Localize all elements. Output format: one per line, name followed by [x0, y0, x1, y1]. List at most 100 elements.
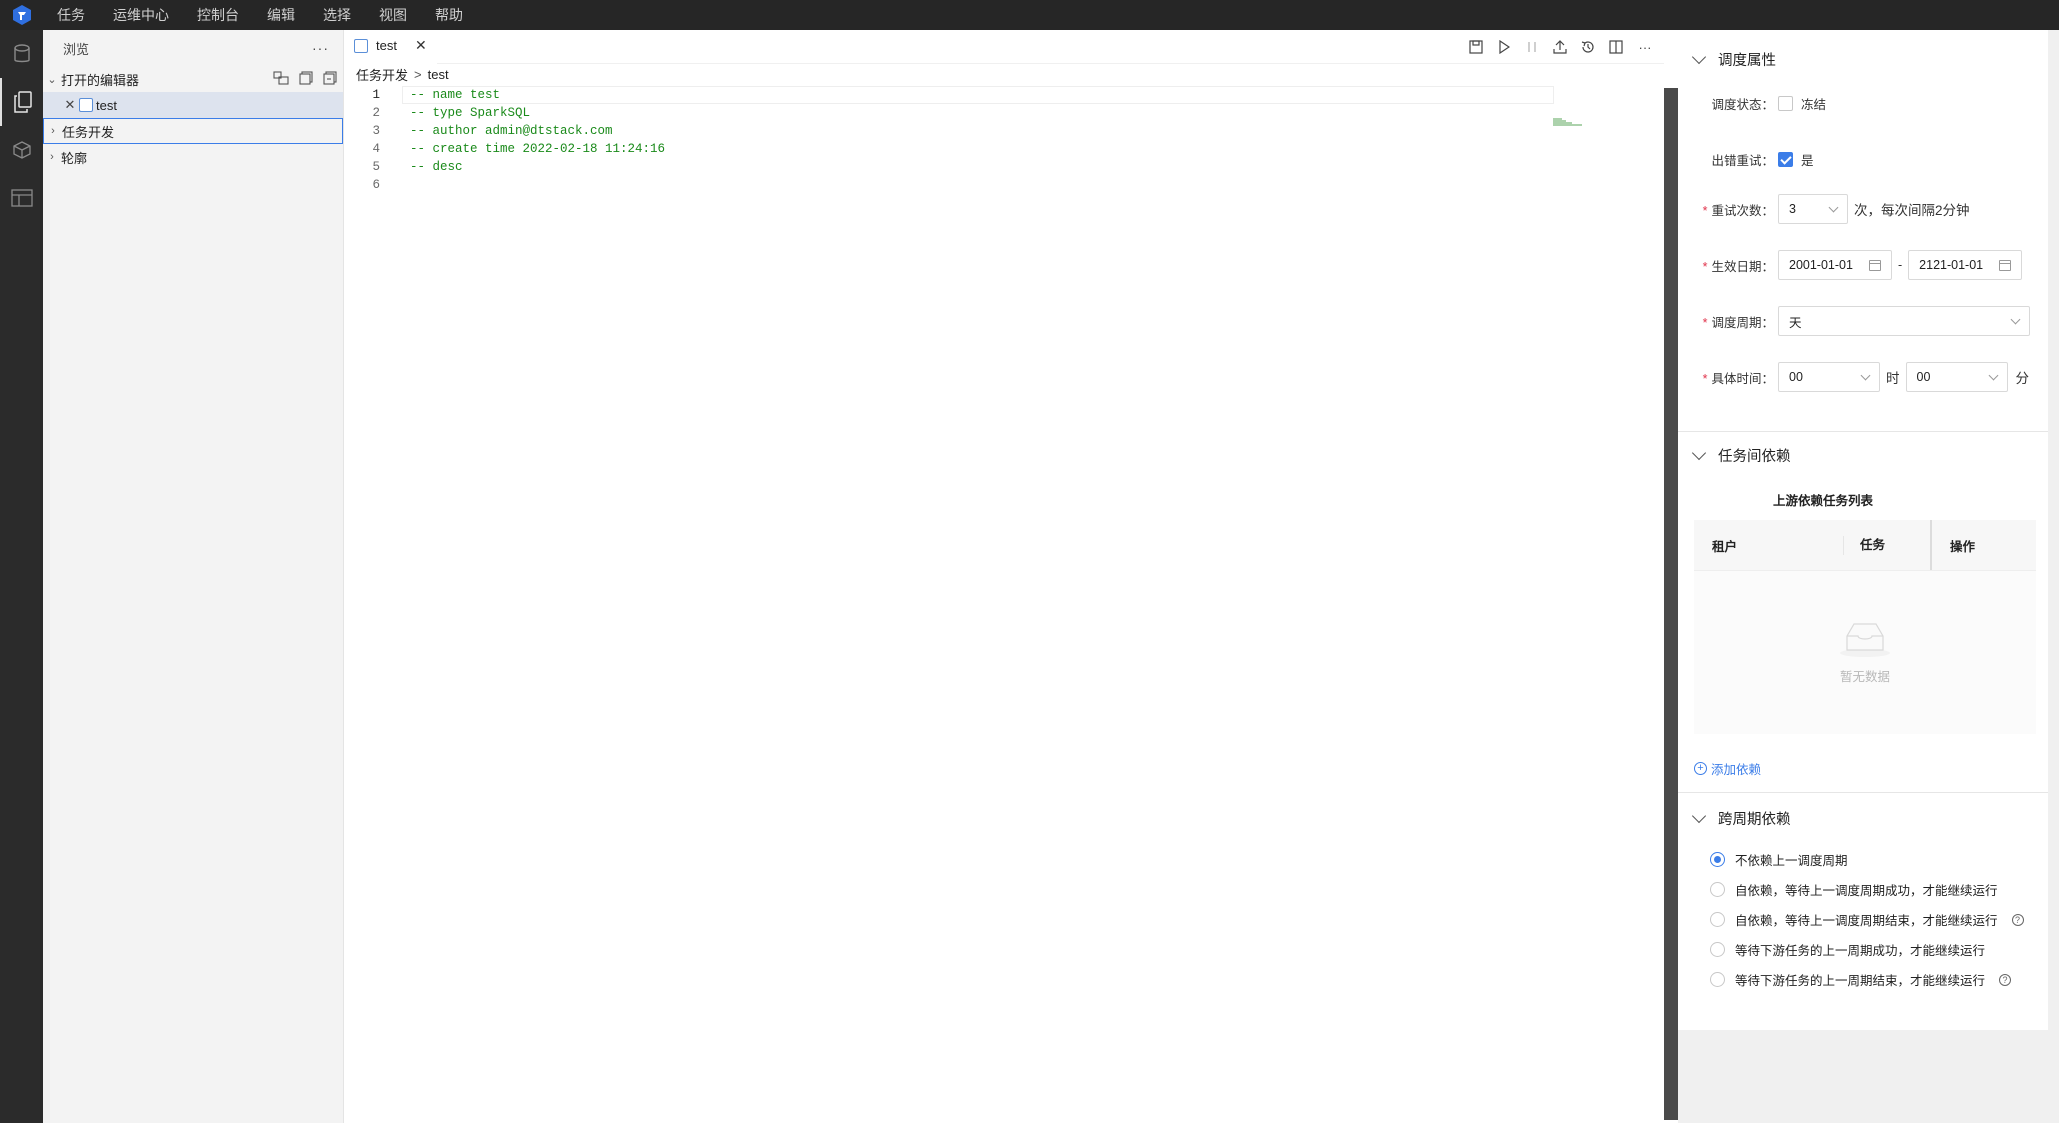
menu-ops-center[interactable]: 运维中心 — [99, 0, 183, 30]
menu-select[interactable]: 选择 — [309, 0, 365, 30]
sidebar-more-icon[interactable]: ··· — [312, 40, 329, 56]
table-layout-icon[interactable] — [0, 174, 43, 222]
chevron-right-icon: › — [51, 125, 55, 137]
sql-file-icon — [79, 98, 93, 112]
retry-value-label: 是 — [1801, 153, 1814, 168]
effective-label-wrap: * 生效日期： — [1678, 256, 1778, 275]
code-line: 4 -- create time 2022-02-18 11:24:16 — [344, 140, 1664, 158]
section-cross-period-header[interactable]: 跨周期依赖 — [1678, 795, 1791, 841]
save-icon[interactable] — [1468, 39, 1484, 55]
retry-count-label: 重试次数： — [1711, 203, 1774, 218]
outline-label: 轮廓 — [61, 150, 88, 166]
start-date-picker[interactable]: 2001-01-01 — [1778, 250, 1892, 280]
open-editor-item[interactable]: ✕ test — [43, 92, 343, 118]
tab-close-icon[interactable]: ✕ — [415, 37, 427, 54]
activity-bar — [0, 30, 43, 1123]
help-icon[interactable]: ? — [1999, 973, 2012, 986]
period-select[interactable]: 天 — [1778, 306, 2030, 336]
chevron-right-icon: › — [50, 151, 54, 163]
required-mark: * — [1702, 371, 1708, 386]
code-line: 3 -- author admin@dtstack.com — [344, 122, 1664, 140]
more-actions-icon[interactable]: ··· — [1636, 39, 1654, 55]
pause-icon[interactable] — [1524, 39, 1540, 55]
cross-period-option[interactable]: 不依赖上一调度周期 — [1710, 850, 1848, 869]
breadcrumb-item[interactable]: 任务开发 — [356, 65, 408, 84]
time-label: 具体时间： — [1711, 371, 1774, 386]
cross-period-option-label: 不依赖上一调度周期 — [1735, 854, 1848, 868]
retry-suffix: 次，每次间隔2分钟 — [1854, 203, 1970, 218]
new-folder-icon[interactable] — [273, 70, 289, 88]
cross-period-option[interactable]: 等待下游任务的上一周期成功，才能继续运行 — [1710, 940, 1985, 959]
code-line: 2 -- type SparkSQL — [344, 104, 1664, 122]
time-label-wrap: * 具体时间： — [1678, 368, 1778, 387]
radio-button[interactable] — [1710, 882, 1725, 897]
history-icon[interactable] — [1580, 39, 1596, 55]
hour-value: 00 — [1789, 370, 1803, 384]
schedule-status-row: 调度状态： 冻结 — [1678, 88, 2048, 118]
empty-text: 暂无数据 — [1839, 670, 1890, 684]
radio-button[interactable] — [1710, 852, 1725, 867]
breadcrumb: 任务开发 > test — [344, 64, 1664, 84]
close-icon[interactable]: ✕ — [63, 97, 77, 113]
radio-button[interactable] — [1710, 942, 1725, 957]
schedule-panel: 调度属性 调度状态： 冻结 出错重试： 是 * 重试次数： 3 次，每次间隔2分钟… — [1678, 30, 2059, 1123]
explorer-files-icon[interactable] — [0, 78, 43, 126]
cross-period-option[interactable]: 自依赖，等待上一调度周期成功，才能继续运行 — [1710, 880, 1998, 899]
menu-task[interactable]: 任务 — [43, 0, 99, 30]
upload-icon[interactable] — [1552, 39, 1568, 55]
hour-select[interactable]: 00 — [1778, 362, 1880, 392]
line-number: 3 — [372, 124, 380, 138]
schedule-panel-content: 调度属性 调度状态： 冻结 出错重试： 是 * 重试次数： 3 次，每次间隔2分钟… — [1678, 30, 2048, 1030]
menu-view[interactable]: 视图 — [365, 0, 421, 30]
open-editors-section[interactable]: ⌄ 打开的编辑器 — [43, 66, 343, 92]
add-dependency-link[interactable]: + 添加依赖 — [1694, 759, 1761, 778]
menu-console[interactable]: 控制台 — [183, 0, 253, 30]
radio-button[interactable] — [1710, 912, 1725, 927]
database-icon[interactable] — [0, 30, 43, 78]
task-dev-section[interactable]: › 任务开发 — [43, 118, 343, 144]
section-schedule-header[interactable]: 调度属性 — [1678, 36, 1776, 82]
cross-period-option[interactable]: 等待下游任务的上一周期结束，才能继续运行 ? — [1710, 970, 2012, 989]
column-task: 任务 — [1844, 520, 1932, 570]
editor-scrollbar[interactable] — [1664, 88, 1678, 1120]
help-icon[interactable]: ? — [2011, 913, 2024, 926]
effective-date-row: * 生效日期： 2001-01-01 - 2121-01-01 — [1678, 249, 2048, 281]
hour-unit: 时 — [1886, 371, 1900, 386]
minute-select[interactable]: 00 — [1905, 362, 2008, 392]
freeze-checkbox[interactable] — [1778, 95, 1793, 111]
menu-help[interactable]: 帮助 — [421, 0, 477, 30]
retry-count-select[interactable]: 3 — [1778, 194, 1848, 224]
code-editor[interactable]: 1 -- name test 2 -- type SparkSQL 3 -- a… — [344, 86, 1664, 194]
outline-section[interactable]: › 轮廓 — [43, 144, 343, 170]
section-divider — [1678, 792, 2048, 793]
chevron-down-icon — [1828, 202, 1839, 212]
cross-period-option-label: 自依赖，等待上一调度周期成功，才能继续运行 — [1735, 884, 1998, 898]
editor-area: test ✕ ··· 任务开发 > test 1 -- name test 2 … — [344, 29, 1664, 1123]
retry-checkbox[interactable] — [1778, 151, 1793, 167]
open-editor-file-label: test — [96, 97, 117, 113]
open-editors-label: 打开的编辑器 — [61, 72, 140, 88]
split-editor-icon[interactable] — [1608, 39, 1624, 55]
close-all-icon[interactable] — [323, 70, 337, 88]
app-logo-icon[interactable] — [0, 0, 43, 30]
schedule-status-label: 调度状态： — [1711, 97, 1774, 112]
code-line-text: -- create time 2022-02-18 11:24:16 — [410, 142, 666, 156]
required-mark: * — [1702, 259, 1708, 274]
column-tenant: 租户 — [1694, 535, 1844, 555]
run-icon[interactable] — [1496, 39, 1512, 55]
menu-edit[interactable]: 编辑 — [253, 0, 309, 30]
cross-period-option[interactable]: 自依赖，等待上一调度周期结束，才能继续运行 ? — [1710, 910, 2024, 929]
tab-test[interactable]: test ✕ — [344, 29, 437, 64]
menu-bar: 任务 运维中心 控制台 编辑 选择 视图 帮助 — [0, 0, 2059, 30]
radio-button[interactable] — [1710, 972, 1725, 987]
breadcrumb-item[interactable]: test — [428, 67, 449, 82]
section-dependency-header[interactable]: 任务间依赖 — [1678, 432, 1791, 478]
end-date-picker[interactable]: 2121-01-01 — [1908, 250, 2023, 280]
minimap[interactable] — [1552, 118, 1586, 126]
line-number: 4 — [372, 142, 380, 156]
save-all-icon[interactable] — [299, 70, 313, 88]
calendar-icon — [1869, 259, 1881, 271]
calendar-icon — [1999, 259, 2012, 271]
package-icon[interactable] — [0, 126, 43, 174]
required-mark: * — [1702, 203, 1708, 218]
